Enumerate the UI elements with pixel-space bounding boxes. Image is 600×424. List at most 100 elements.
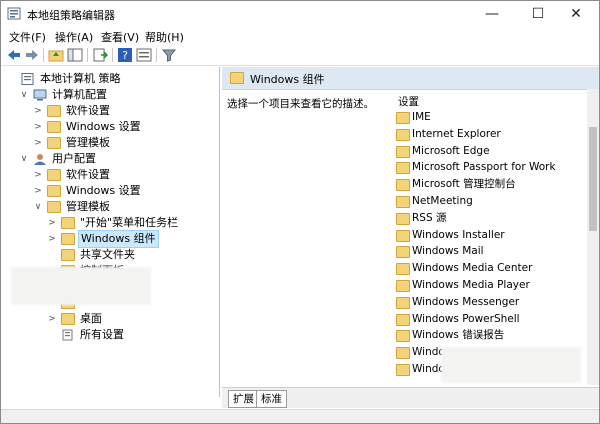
list-item[interactable]: Internet Explorer	[396, 126, 596, 143]
chevron-right-icon[interactable]: >	[33, 167, 43, 183]
list-item-label: Windows Media Player	[412, 279, 530, 291]
chevron-right-icon[interactable]: >	[47, 231, 57, 247]
folder-icon	[396, 162, 410, 175]
tree-item-label: 所有设置	[80, 328, 124, 341]
details-pane: Windows 组件 选择一个项目来查看它的描述。 设置 IME Internet…	[222, 67, 599, 385]
chevron-right-icon[interactable]: >	[47, 311, 57, 327]
list-item-label: Windows 错误报告	[412, 329, 505, 342]
list-item[interactable]: Windows Mail	[396, 243, 596, 260]
list-item-label: Microsoft 管理控制台	[412, 178, 516, 191]
folder-icon	[396, 229, 410, 242]
list-item[interactable]: NetMeeting	[396, 193, 596, 210]
chevron-right-icon[interactable]: >	[33, 119, 43, 135]
properties-icon[interactable]	[136, 47, 152, 63]
list-item[interactable]: Windows Messenger	[396, 294, 596, 311]
list-item-label: Microsoft Edge	[412, 144, 490, 157]
up-folder-icon[interactable]	[48, 47, 64, 63]
close-button[interactable]: ✕	[553, 1, 599, 27]
folder-icon	[47, 121, 61, 133]
folder-icon	[47, 185, 61, 197]
tree-item-label: 软件设置	[66, 168, 110, 181]
tree-item[interactable]: > 软件设置	[1, 103, 217, 119]
policy-icon	[21, 73, 35, 85]
list-item-label: Microsoft Passport for Work	[412, 161, 556, 174]
minimize-button[interactable]: —	[469, 1, 515, 27]
chevron-down-icon[interactable]: ∨	[33, 199, 43, 215]
tree-item-label: 用户配置	[52, 152, 96, 165]
tree-item-label: 管理模板	[66, 136, 110, 149]
list-item[interactable]: Windows 错误报告	[396, 327, 596, 344]
list-item[interactable]: Windows Media Player	[396, 277, 596, 294]
chevron-right-icon[interactable]: >	[47, 215, 57, 231]
computer-icon	[33, 89, 47, 101]
tree-item[interactable]: 共享文件夹	[1, 247, 217, 263]
list-item[interactable]: Windows Installer	[396, 227, 596, 244]
folder-icon	[396, 263, 410, 276]
folder-icon	[396, 246, 410, 259]
vertical-scrollbar[interactable]	[587, 89, 599, 385]
chevron-right-icon[interactable]: >	[33, 135, 43, 151]
list-item[interactable]: Windows Media Center	[396, 260, 596, 277]
chevron-right-icon[interactable]: >	[33, 103, 43, 119]
settings-column-header[interactable]: 设置	[398, 94, 419, 109]
folder-icon	[47, 137, 61, 149]
list-item[interactable]: Microsoft Edge	[396, 143, 596, 160]
list-item[interactable]: IME	[396, 109, 596, 126]
list-item-label: NetMeeting	[412, 195, 473, 207]
policy-editor-icon	[7, 7, 21, 20]
tree-item[interactable]: > Windows 组件	[1, 230, 217, 248]
chevron-right-icon[interactable]: >	[33, 183, 43, 199]
tree-item-label: 桌面	[80, 312, 102, 325]
chevron-down-icon[interactable]: ∨	[19, 87, 29, 103]
tree-item[interactable]: > 软件设置	[1, 167, 217, 183]
back-arrow-icon[interactable]	[6, 47, 22, 63]
export-list-icon[interactable]	[92, 47, 108, 63]
title-bar: 本地组策略编辑器 — ☐ ✕	[1, 1, 599, 27]
tree-item[interactable]: > 管理模板	[1, 135, 217, 151]
folder-icon	[396, 330, 410, 343]
status-bar	[1, 409, 599, 423]
filter-icon[interactable]	[161, 47, 177, 63]
folder-icon	[396, 212, 410, 225]
folder-icon	[47, 105, 61, 117]
tree-item[interactable]: ∨ 用户配置	[1, 151, 217, 167]
tree-item-label: 本地计算机 策略	[40, 72, 121, 85]
tree-item[interactable]: > Windows 设置	[1, 183, 217, 199]
tree-item[interactable]: 本地计算机 策略	[1, 71, 217, 87]
chevron-down-icon[interactable]: ∨	[19, 151, 29, 167]
tab-standard[interactable]: 标准	[256, 390, 287, 408]
tree-item[interactable]: ∨ 计算机配置	[1, 87, 217, 103]
tree-item[interactable]: ∨ 管理模板	[1, 199, 217, 215]
redacted-region	[11, 267, 151, 305]
menu-help[interactable]: 帮助(H)	[145, 29, 184, 45]
tree-item[interactable]: > "开始"菜单和任务栏	[1, 215, 217, 231]
folder-icon	[61, 313, 75, 325]
tab-extended[interactable]: 扩展	[228, 390, 259, 408]
policy-tree-pane: 本地计算机 策略 ∨ 计算机配置 > 软件设置 > Windows 设置 > 管理模板 ∨ 用户配置…	[1, 67, 220, 397]
svg-text:?: ?	[122, 49, 128, 62]
details-header-title: Windows 组件	[250, 73, 325, 86]
policy-editor-window: 本地组策略编辑器 — ☐ ✕ 文件(F) 操作(A) 查看(V) 帮助(H) ?…	[0, 0, 600, 424]
tree-item[interactable]: > 桌面	[1, 311, 217, 327]
tree-item-label: Windows 设置	[66, 120, 141, 133]
folder-icon	[396, 145, 410, 158]
menu-file[interactable]: 文件(F)	[9, 29, 46, 45]
folder-icon	[61, 233, 75, 245]
forward-arrow-icon[interactable]	[24, 47, 40, 63]
menu-action[interactable]: 操作(A)	[55, 29, 93, 45]
show-hide-tree-icon[interactable]	[67, 47, 83, 63]
list-item-label: Windo	[412, 363, 445, 375]
folder-icon	[61, 249, 75, 261]
list-item[interactable]: Windows PowerShell	[396, 311, 596, 328]
tree-item[interactable]: 所有设置	[1, 327, 217, 343]
list-item[interactable]: RSS 源	[396, 210, 596, 227]
help-icon[interactable]: ?	[117, 47, 133, 63]
list-item[interactable]: Microsoft Passport for Work	[396, 159, 596, 176]
folder-icon	[396, 364, 410, 376]
list-item[interactable]: Microsoft 管理控制台	[396, 176, 596, 193]
scrollbar-thumb[interactable]	[589, 127, 597, 231]
tree-item[interactable]: > Windows 设置	[1, 119, 217, 135]
toolbar: ?	[1, 45, 599, 66]
list-item-label: Windows Media Center	[412, 262, 533, 275]
menu-view[interactable]: 查看(V)	[101, 29, 139, 45]
